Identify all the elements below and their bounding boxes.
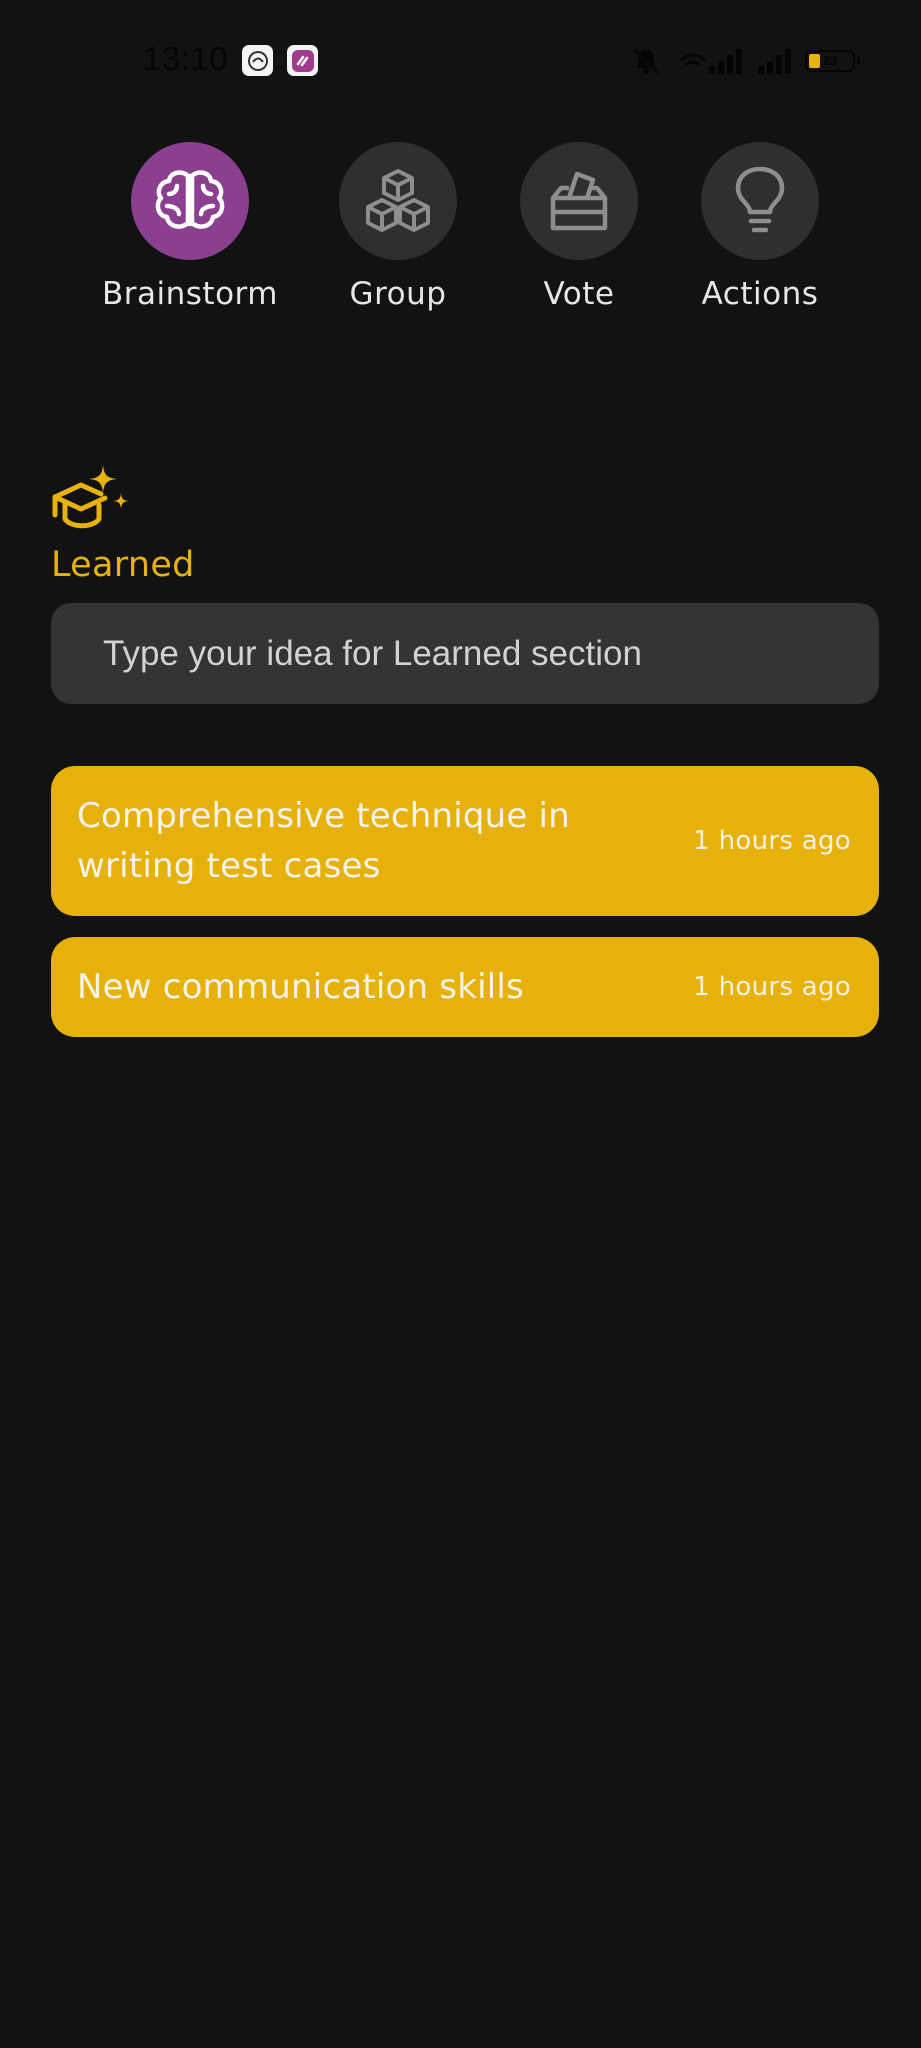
brain-icon	[155, 170, 225, 229]
status-bar: 13:10 23	[0, 0, 921, 110]
idea-list: Comprehensive technique in writing test …	[51, 766, 879, 1058]
tab-group-label: Group	[349, 276, 447, 312]
idea-text: New communication skills	[77, 967, 524, 1007]
idea-card[interactable]: Comprehensive technique in writing test …	[51, 766, 879, 916]
tab-group-circle[interactable]	[339, 142, 457, 260]
ballot-box-icon	[550, 171, 608, 231]
tab-actions-label: Actions	[701, 276, 819, 312]
idea-timestamp: 1 hours ago	[693, 826, 851, 856]
battery-level: 23	[822, 53, 838, 68]
app-icon-2	[287, 45, 318, 76]
tab-brainstorm-circle[interactable]	[131, 142, 249, 260]
battery-icon: 23	[805, 50, 860, 72]
idea-text: Comprehensive technique in writing test …	[77, 796, 570, 886]
tab-vote-circle[interactable]	[520, 142, 638, 260]
cubes-icon	[366, 169, 430, 232]
lightbulb-icon	[735, 166, 785, 233]
app-icon-1	[242, 45, 273, 76]
tab-vote-label: Vote	[543, 276, 615, 312]
idea-timestamp: 1 hours ago	[693, 972, 851, 1002]
tab-brainstorm[interactable]: Brainstorm	[90, 142, 290, 312]
status-time: 13:10	[143, 40, 229, 77]
tab-actions[interactable]: Actions	[660, 142, 860, 312]
cell-signal-icon	[758, 49, 791, 74]
tab-vote[interactable]: Vote	[479, 142, 679, 312]
wifi-signal-icon	[680, 49, 742, 74]
section-title: Learned	[51, 545, 195, 585]
status-indicators: 23	[629, 45, 860, 77]
idea-input[interactable]	[51, 603, 879, 704]
stage-tabs: Brainstorm Group Vote Actions	[0, 142, 921, 322]
idea-card[interactable]: New communication skills 1 hours ago	[51, 937, 879, 1037]
tab-actions-circle[interactable]	[701, 142, 819, 260]
tab-group[interactable]: Group	[298, 142, 498, 312]
muted-bell-icon	[632, 47, 660, 75]
graduation-cap-sparkle-icon	[52, 465, 129, 529]
tab-brainstorm-label: Brainstorm	[102, 276, 278, 312]
